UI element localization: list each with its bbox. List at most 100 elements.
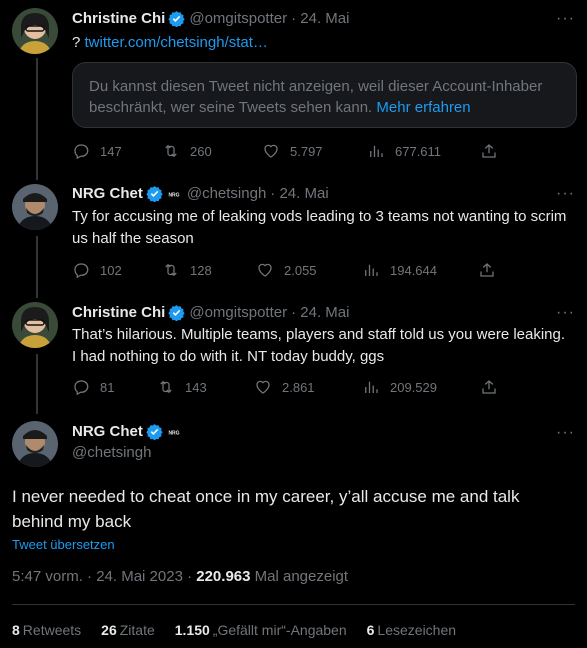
tweet-link[interactable]: twitter.com/chetsingh/stat…	[85, 34, 268, 51]
thread-line	[36, 58, 38, 180]
engagement-stats: 8 Retweets 26 Zitate 1.150 „Gefällt mir“-An…	[12, 622, 456, 638]
affiliate-badge-text: NRG	[168, 430, 179, 436]
avatar[interactable]	[12, 421, 58, 467]
nrg-affiliate-badge-icon[interactable]: NRG	[167, 189, 181, 199]
share-button[interactable]	[480, 142, 508, 160]
view-count: 220.963	[196, 568, 251, 585]
tweet-meta: 5:47 vorm. · 24. Mai 2023 · 220.963 Mal …	[12, 568, 348, 585]
nrg-affiliate-badge-icon[interactable]: NRG	[167, 427, 181, 437]
author-handle[interactable]: @chetsingh	[187, 185, 266, 202]
retweet-count: 128	[190, 262, 212, 278]
reply-button[interactable]: 147	[72, 142, 122, 160]
views-count: 194.644	[390, 262, 437, 278]
author-handle[interactable]: @omgitspotter	[189, 304, 287, 321]
tweet-date[interactable]: · 24. Mai	[291, 10, 349, 27]
share-button[interactable]	[480, 378, 508, 396]
quotes-stat[interactable]: 26 Zitate	[101, 622, 155, 638]
likes-stat-count: 1.150	[174, 622, 210, 638]
verified-badge-icon	[168, 305, 185, 321]
retweets-stat[interactable]: 8 Retweets	[12, 622, 81, 638]
reply-button[interactable]: 102	[72, 261, 122, 279]
views-count: 677.611	[395, 143, 442, 159]
analytics-icon	[365, 264, 378, 276]
like-count: 2.055	[284, 262, 317, 278]
more-options-icon[interactable]: ···	[556, 304, 575, 322]
avatar[interactable]	[12, 302, 58, 348]
tweet-text: That’s hilarious. Multiple teams, player…	[72, 326, 566, 365]
views-button[interactable]: 677.611	[367, 142, 441, 160]
translate-tweet-link[interactable]: Tweet übersetzen	[12, 537, 115, 552]
tweet-actions: 81 143 2.861 209.529	[72, 378, 512, 398]
reply-count: 102	[100, 262, 122, 278]
avatar[interactable]	[12, 184, 58, 230]
tweet-header: Christine Chi @omgitspotter · 24. Mai	[72, 10, 349, 27]
views-button[interactable]: 194.644	[362, 261, 437, 279]
verified-badge-icon	[146, 186, 163, 202]
like-button[interactable]: 5.797	[262, 142, 323, 160]
heart-icon	[258, 263, 272, 277]
unavailable-tweet-notice: Du kannst diesen Tweet nicht anzeigen, w…	[72, 62, 577, 128]
author-name[interactable]: NRG Chet	[72, 423, 143, 440]
like-button[interactable]: 2.861	[254, 378, 315, 396]
likes-stat-label: „Gefällt mir“-Angaben	[212, 622, 347, 638]
retweet-count: 260	[190, 143, 212, 159]
heart-icon	[256, 380, 270, 394]
like-count: 5.797	[290, 143, 323, 159]
views-button[interactable]: 209.529	[362, 378, 437, 396]
tweet-date[interactable]: · 24. Mai	[291, 304, 349, 321]
author-name[interactable]: NRG Chet	[72, 185, 143, 202]
view-label: Mal angezeigt	[250, 568, 349, 585]
tweet-text: ? twitter.com/chetsingh/stat…	[72, 32, 268, 54]
reply-button[interactable]: 81	[72, 378, 114, 396]
retweet-button[interactable]: 260	[162, 142, 212, 160]
avatar[interactable]	[12, 8, 58, 54]
reply-icon	[74, 263, 89, 279]
main-tweet-header: NRG Chet NRG	[72, 423, 187, 440]
verified-badge-icon	[146, 424, 163, 440]
tweet-header: Christine Chi @omgitspotter · 24. Mai	[72, 304, 349, 321]
share-button[interactable]	[478, 261, 506, 279]
reply-icon	[74, 380, 89, 396]
retweet-icon	[160, 380, 172, 394]
learn-more-link[interactable]: Mehr erfahren	[376, 99, 470, 116]
retweet-icon	[165, 263, 177, 277]
bookmarks-stat[interactable]: 6 Lesezeichen	[367, 622, 456, 638]
author-name[interactable]: Christine Chi	[72, 304, 165, 321]
retweet-button[interactable]: 143	[157, 378, 207, 396]
tweet-header: NRG Chet NRG @chetsingh · 24. Mai	[72, 185, 329, 202]
like-button[interactable]: 2.055	[256, 261, 317, 279]
reply-count: 81	[100, 379, 115, 395]
analytics-icon	[365, 381, 378, 393]
analytics-icon	[370, 145, 383, 157]
heart-icon	[264, 144, 278, 158]
more-options-icon[interactable]: ···	[556, 185, 575, 203]
author-name[interactable]: Christine Chi	[72, 10, 165, 27]
retweet-icon	[165, 144, 177, 158]
reply-count: 147	[100, 143, 122, 159]
retweets-stat-count: 8	[12, 622, 20, 638]
bookmarks-stat-label: Lesezeichen	[377, 622, 457, 638]
thread-line	[36, 236, 38, 298]
share-icon	[482, 380, 496, 394]
retweets-stat-label: Retweets	[22, 622, 82, 638]
quotes-stat-count: 26	[101, 622, 117, 638]
tweet-text: Ty for accusing me of leaking vods leadi…	[72, 208, 567, 247]
tweet-date[interactable]: · 24. Mai	[270, 185, 328, 202]
author-handle[interactable]: @chetsingh	[72, 444, 151, 461]
views-count: 209.529	[390, 379, 437, 395]
tweet-timestamp[interactable]: 5:47 vorm. · 24. Mai 2023 ·	[12, 568, 196, 585]
tweet-text-prefix: ?	[72, 34, 85, 51]
like-count: 2.861	[282, 379, 315, 395]
retweet-count: 143	[185, 379, 207, 395]
bookmarks-stat-count: 6	[366, 622, 375, 638]
reply-icon	[74, 144, 89, 160]
author-handle[interactable]: @omgitspotter	[189, 10, 287, 27]
verified-badge-icon	[168, 11, 185, 27]
main-tweet-text: I never needed to cheat once in my caree…	[12, 487, 520, 531]
likes-stat[interactable]: 1.150 „Gefällt mir“-Angaben	[175, 622, 347, 638]
more-options-icon[interactable]: ···	[556, 10, 575, 28]
retweet-button[interactable]: 128	[162, 261, 212, 279]
more-options-icon[interactable]: ···	[556, 424, 575, 442]
notice-text: Du kannst diesen Tweet nicht anzeigen, w…	[89, 78, 543, 116]
thread-line	[36, 354, 38, 414]
